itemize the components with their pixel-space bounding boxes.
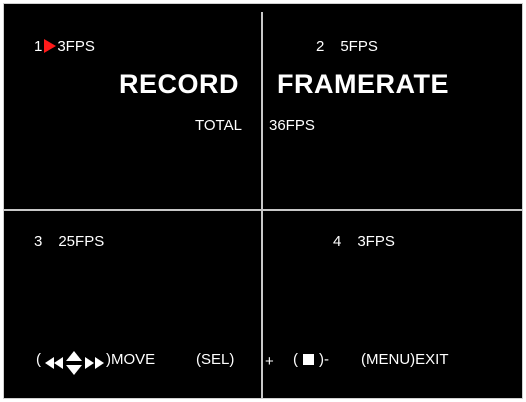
move-hint-label: )MOVE	[106, 351, 156, 368]
grid-vertical-divider	[261, 12, 263, 398]
direction-arrows-icon	[45, 349, 113, 379]
channel-fps-value[interactable]: 25FPS	[58, 233, 104, 251]
channel-2-row[interactable]: 2 5FPS	[316, 38, 378, 56]
arrow-down-icon	[66, 365, 82, 375]
arrow-right-icon	[85, 357, 94, 369]
channel-fps-value[interactable]: 5FPS	[340, 38, 378, 56]
stop-square-icon	[303, 354, 314, 365]
select-hint-label: (SEL)	[196, 351, 235, 368]
total-value: 36FPS	[269, 117, 315, 134]
channel-3-row[interactable]: 3 25FPS	[34, 233, 104, 251]
osd-screen: 1 3FPS 2 5FPS RECORD FRAMERATE TOTAL 36FPS…	[3, 3, 523, 399]
plus-hint-label: +	[265, 353, 274, 370]
arrow-right-icon	[95, 357, 104, 369]
arrow-left-icon	[45, 357, 54, 369]
minus-hint-label: )-	[319, 351, 329, 368]
channel-number: 3	[34, 233, 43, 250]
channel-number: 2	[316, 38, 325, 55]
move-open-paren: (	[36, 351, 41, 368]
red-triangle-right-icon	[44, 39, 57, 53]
arrow-up-icon	[66, 351, 82, 361]
arrow-left-icon	[54, 357, 63, 369]
channel-4-row[interactable]: 4 3FPS	[333, 233, 395, 251]
title-record: RECORD	[119, 69, 240, 99]
total-label: TOTAL	[195, 117, 242, 134]
stop-open-paren: (	[293, 351, 298, 368]
channel-fps-value[interactable]: 3FPS	[357, 233, 395, 251]
title-framerate: FRAMERATE	[277, 69, 449, 99]
minus-hint-group: ( )-	[293, 351, 329, 369]
channel-1-row[interactable]: 1 3FPS	[34, 38, 95, 56]
grid-horizontal-divider	[4, 209, 522, 211]
channel-number: 1	[34, 38, 43, 55]
channel-fps-value[interactable]: 3FPS	[57, 38, 95, 56]
exit-hint-label: (MENU)EXIT	[361, 351, 449, 368]
channel-number: 4	[333, 233, 342, 250]
